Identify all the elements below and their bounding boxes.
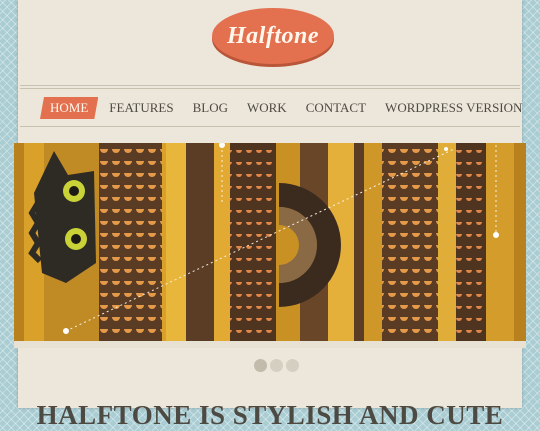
slider-dot-1[interactable] xyxy=(254,359,267,372)
slider-dot-3[interactable] xyxy=(286,359,299,372)
nav-divider-bottom xyxy=(20,126,520,127)
logo-text: Halftone xyxy=(227,22,319,49)
nav-item-blog[interactable]: BLOG xyxy=(185,97,236,119)
nav-item-contact[interactable]: CONTACT xyxy=(298,97,374,119)
site-logo[interactable]: Halftone xyxy=(212,8,334,64)
header-divider-top-2 xyxy=(20,88,520,89)
nav-item-work[interactable]: WORK xyxy=(239,97,295,119)
nav-item-wordpress-version[interactable]: WORDPRESS VERSION xyxy=(377,97,530,119)
slider-pagination xyxy=(254,359,299,372)
page-headline: HALFTONE IS STYLISH AND CUTE xyxy=(36,400,504,431)
slider-banner[interactable] xyxy=(14,143,526,348)
banner-illustration xyxy=(14,143,526,348)
nav-item-home[interactable]: HOME xyxy=(40,97,98,119)
nav-item-features[interactable]: FEATURES xyxy=(101,97,181,119)
main-navigation: HOME FEATURES BLOG WORK CONTACT WORDPRES… xyxy=(40,96,533,120)
slider-dot-2[interactable] xyxy=(270,359,283,372)
header-divider-top xyxy=(20,85,520,86)
